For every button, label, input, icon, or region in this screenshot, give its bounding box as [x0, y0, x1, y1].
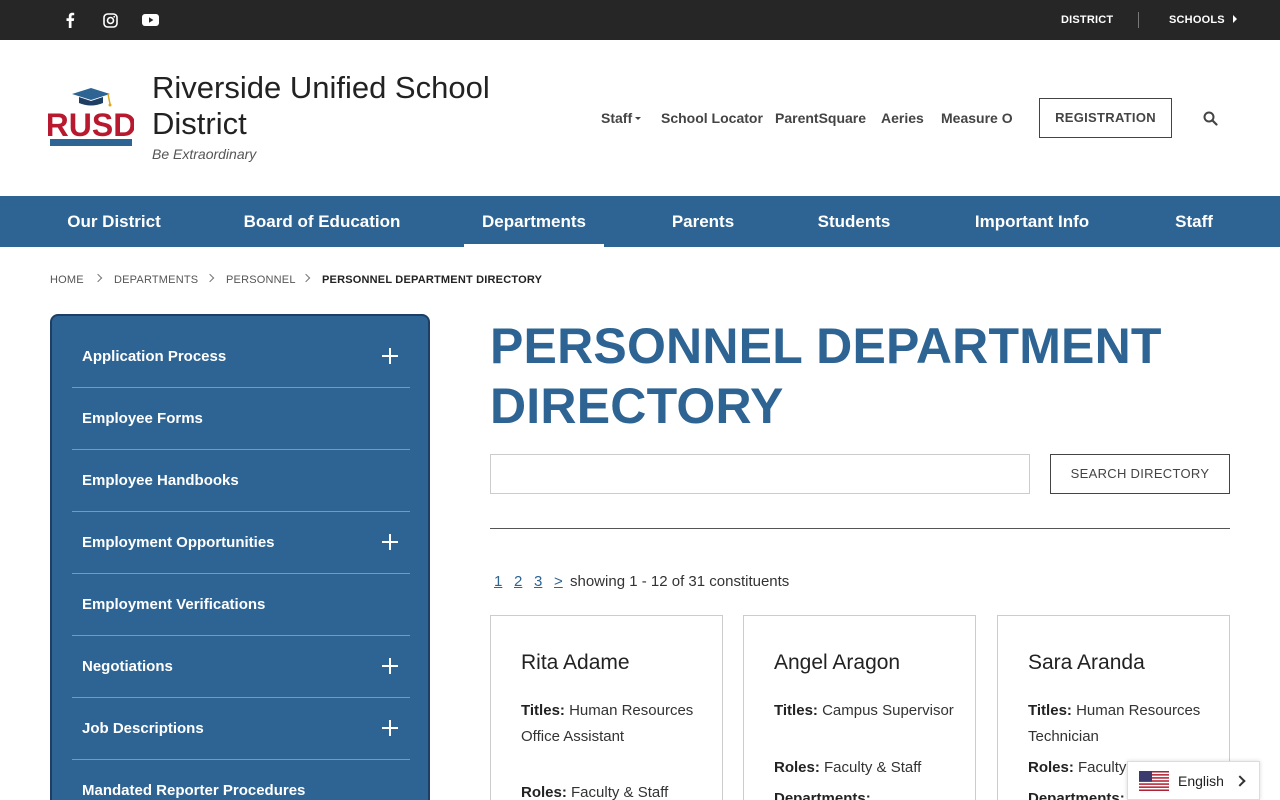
- page-link-1[interactable]: 1: [494, 572, 502, 592]
- breadcrumb-home[interactable]: HOME: [50, 272, 84, 288]
- constituent-titles: Titles: Campus Supervisor: [774, 698, 954, 724]
- sidebar-item-label: Employment Opportunities: [82, 534, 275, 551]
- schools-label: SCHOOLS: [1169, 14, 1225, 26]
- roles-label: Roles:: [1028, 759, 1074, 776]
- breadcrumb-personnel[interactable]: PERSONNEL: [226, 272, 296, 288]
- sidebar-item-label: Employee Handbooks: [82, 472, 239, 489]
- sidebar-item-job-descriptions[interactable]: Job Descriptions: [72, 698, 410, 760]
- logo-text: RUSD: [48, 107, 134, 143]
- section-sidebar: Application Process Employee Forms Emplo…: [50, 314, 430, 800]
- schools-dropdown[interactable]: SCHOOLS: [1169, 0, 1238, 40]
- sidebar-item-employment-opportunities[interactable]: Employment Opportunities: [72, 512, 410, 574]
- sidebar-item-label: Application Process: [82, 348, 227, 365]
- titles-value: Campus Supervisor: [822, 702, 954, 719]
- nav-board-of-education[interactable]: Board of Education: [230, 196, 414, 247]
- titles-label: Titles:: [1028, 702, 1072, 719]
- expand-plus-icon[interactable]: [382, 658, 398, 674]
- page-title: PERSONNEL DEPARTMENT DIRECTORY: [490, 318, 1162, 434]
- district-link[interactable]: DISTRICT: [1061, 0, 1113, 40]
- directory-card: Angel Aragon Titles: Campus Supervisor R…: [743, 615, 976, 800]
- instagram-icon[interactable]: [98, 0, 122, 40]
- search-icon[interactable]: [1200, 108, 1220, 128]
- constituent-roles: Roles: Faculty & Staff: [521, 780, 701, 800]
- registration-button[interactable]: REGISTRATION: [1039, 98, 1172, 138]
- constituent-departments: Departments:: [774, 786, 954, 800]
- sidebar-item-label: Mandated Reporter Procedures: [82, 782, 306, 799]
- expand-plus-icon[interactable]: [382, 720, 398, 736]
- roles-value: Faculty: [1078, 759, 1127, 776]
- nav-students[interactable]: Students: [800, 196, 908, 247]
- page-link-2[interactable]: 2: [514, 572, 522, 592]
- language-label: English: [1178, 773, 1224, 789]
- search-directory-button[interactable]: SEARCH DIRECTORY: [1050, 454, 1230, 494]
- roles-value: Faculty & Staff: [824, 759, 922, 776]
- sidebar-item-label: Employment Verifications: [82, 596, 266, 613]
- constituent-roles: Roles: Faculty & Staff: [774, 755, 954, 781]
- staff-label: Staff: [601, 110, 633, 126]
- constituent-name[interactable]: Angel Aragon: [774, 650, 900, 676]
- parentsquare-link[interactable]: ParentSquare: [775, 108, 866, 128]
- sidebar-item-application-process[interactable]: Application Process: [72, 326, 410, 388]
- us-flag-icon: [1139, 771, 1169, 791]
- nav-staff[interactable]: Staff: [1160, 196, 1228, 247]
- sidebar-item-label: Job Descriptions: [82, 720, 204, 737]
- caret-right-icon: [1233, 15, 1238, 23]
- constituent-name[interactable]: Sara Aranda: [1028, 650, 1145, 676]
- aeries-link[interactable]: Aeries: [881, 108, 924, 128]
- utility-divider: [1138, 12, 1139, 28]
- chevron-right-icon: [1234, 775, 1246, 787]
- chevron-right-icon: [301, 273, 311, 283]
- chevron-right-icon: [205, 273, 215, 283]
- district-logo[interactable]: RUSD: [46, 88, 136, 148]
- site-tagline: Be Extraordinary: [152, 146, 257, 162]
- expand-plus-icon[interactable]: [382, 534, 398, 550]
- page-link-3[interactable]: 3: [534, 572, 542, 592]
- roles-value: Faculty & Staff: [571, 784, 669, 800]
- sidebar-item-mandated-reporter-procedures[interactable]: Mandated Reporter Procedures: [72, 760, 410, 800]
- breadcrumb-current: PERSONNEL DEPARTMENT DIRECTORY: [322, 274, 543, 286]
- roles-label: Roles:: [521, 784, 567, 800]
- sidebar-item-negotiations[interactable]: Negotiations: [72, 636, 410, 698]
- next-page-link[interactable]: >: [554, 572, 563, 592]
- constituent-titles: Titles: Human Resources Technician: [1028, 698, 1208, 750]
- language-selector[interactable]: English: [1127, 761, 1260, 800]
- utility-bar: DISTRICT SCHOOLS: [0, 0, 1280, 40]
- departments-label: Departments:: [1028, 790, 1125, 800]
- nav-our-district[interactable]: Our District: [50, 196, 178, 247]
- school-locator-link[interactable]: School Locator: [661, 108, 763, 128]
- nav-departments[interactable]: Departments: [464, 196, 604, 247]
- sidebar-item-label: Employee Forms: [82, 410, 203, 427]
- sidebar-item-label: Negotiations: [82, 658, 173, 675]
- sidebar-item-employee-handbooks[interactable]: Employee Handbooks: [72, 450, 410, 512]
- constituent-name[interactable]: Rita Adame: [521, 650, 630, 676]
- breadcrumb-departments[interactable]: DEPARTMENTS: [114, 272, 198, 288]
- caret-down-icon: [635, 116, 642, 120]
- youtube-icon[interactable]: [138, 0, 162, 40]
- sidebar-item-employee-forms[interactable]: Employee Forms: [72, 388, 410, 450]
- facebook-icon[interactable]: [58, 0, 82, 40]
- titles-label: Titles:: [774, 702, 818, 719]
- staff-dropdown[interactable]: Staff: [601, 108, 642, 128]
- expand-plus-icon[interactable]: [382, 348, 398, 364]
- main-navigation: Our District Board of Education Departme…: [0, 196, 1280, 247]
- site-title[interactable]: Riverside Unified School District: [152, 70, 512, 142]
- directory-search-input[interactable]: [490, 454, 1030, 494]
- nav-parents[interactable]: Parents: [656, 196, 750, 247]
- sidebar-item-employment-verifications[interactable]: Employment Verifications: [72, 574, 410, 636]
- measure-o-link[interactable]: Measure O: [941, 108, 1013, 128]
- directory-card: Rita Adame Titles: Human Resources Offic…: [490, 615, 723, 800]
- titles-label: Titles:: [521, 702, 565, 719]
- chevron-right-icon: [93, 273, 103, 283]
- constituent-titles: Titles: Human Resources Office Assistant: [521, 698, 701, 750]
- nav-important-info[interactable]: Important Info: [958, 196, 1106, 247]
- roles-label: Roles:: [774, 759, 820, 776]
- results-count: showing 1 - 12 of 31 constituents: [570, 573, 790, 590]
- departments-label: Departments:: [774, 790, 871, 800]
- divider: [490, 528, 1230, 529]
